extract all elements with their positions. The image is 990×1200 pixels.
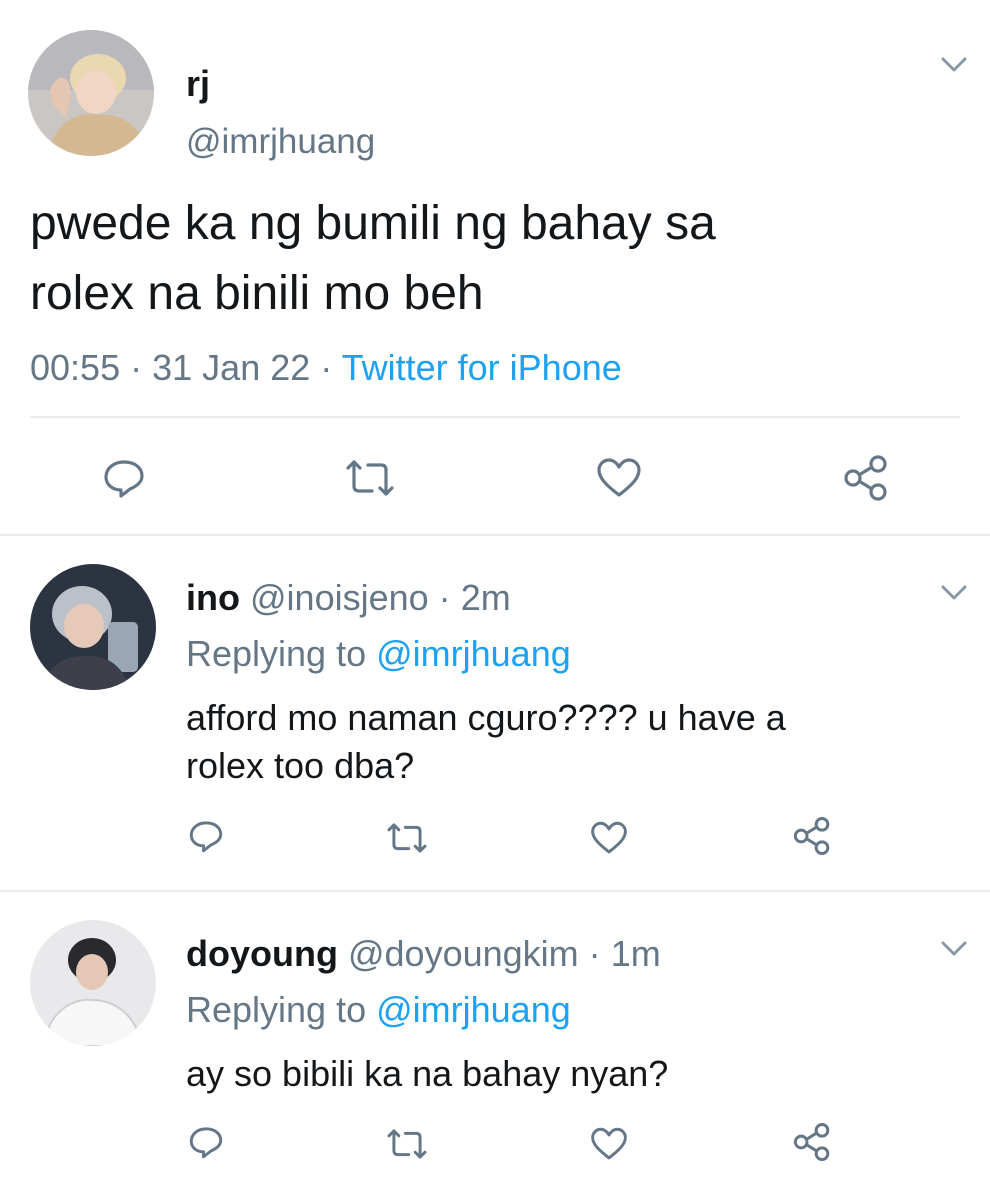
meta-separator: · — [130, 347, 143, 388]
reply-header: ino @inoisjeno · 2m — [186, 576, 511, 620]
avatar-rj[interactable] — [28, 30, 154, 156]
reply-text-line-1: afford mo naman cguro???? u have a — [186, 697, 786, 738]
avatar-ino[interactable] — [30, 564, 156, 690]
retweet-icon[interactable] — [384, 1126, 430, 1162]
tweet-source-link[interactable]: Twitter for iPhone — [342, 347, 622, 388]
reply-handle[interactable]: @inoisjeno — [250, 577, 429, 618]
like-icon[interactable] — [590, 820, 628, 856]
replying-to: Replying to @imrjhuang — [186, 632, 571, 676]
reply-handle[interactable]: @doyoungkim — [348, 933, 579, 974]
tweet-text-line-2: rolex na binili mo beh — [30, 267, 484, 320]
reply-age: 1m — [610, 933, 661, 974]
reply-text-line-2: rolex too dba? — [186, 745, 415, 786]
reply-header: doyoung @doyoungkim · 1m — [186, 932, 661, 976]
tweet-time: 00:55 — [30, 347, 121, 388]
reply-icon[interactable] — [188, 1124, 224, 1160]
replying-to-label: Replying to — [186, 989, 367, 1030]
share-icon[interactable] — [792, 1122, 832, 1162]
tweet-date: 31 Jan 22 — [152, 347, 311, 388]
reply-text-line-1: ay so bibili ka na bahay nyan? — [186, 1053, 669, 1094]
reply-separator: · — [588, 933, 601, 974]
replying-to-label: Replying to — [186, 633, 367, 674]
share-icon[interactable] — [842, 454, 890, 502]
retweet-icon[interactable] — [342, 456, 398, 500]
like-icon[interactable] — [590, 1126, 628, 1162]
replying-to: Replying to @imrjhuang — [186, 988, 571, 1032]
handle[interactable]: @imrjhuang — [186, 120, 375, 164]
meta-separator: · — [320, 347, 333, 388]
reply-display-name[interactable]: doyoung — [186, 933, 338, 974]
meta-divider — [30, 416, 960, 418]
reply-separator: · — [438, 577, 451, 618]
chevron-down-icon[interactable] — [938, 936, 970, 960]
reply-icon[interactable] — [102, 456, 146, 500]
reply-icon[interactable] — [188, 818, 224, 854]
chevron-down-icon[interactable] — [938, 580, 970, 604]
tweet-text-line-1: pwede ka ng bumili ng bahay sa — [30, 197, 716, 250]
share-icon[interactable] — [792, 816, 832, 856]
display-name[interactable]: rj — [186, 64, 210, 104]
replying-to-handle[interactable]: @imrjhuang — [376, 633, 571, 674]
tweet-meta: 00:55 · 31 Jan 22 · Twitter for iPhone — [30, 346, 622, 390]
like-icon[interactable] — [596, 456, 642, 500]
reply-display-name[interactable]: ino — [186, 577, 240, 618]
avatar-doyoung[interactable] — [30, 920, 156, 1046]
tweet-divider — [0, 534, 990, 536]
reply-divider — [0, 890, 990, 892]
retweet-icon[interactable] — [384, 820, 430, 856]
chevron-down-icon[interactable] — [938, 52, 970, 76]
reply-age: 2m — [460, 577, 511, 618]
replying-to-handle[interactable]: @imrjhuang — [376, 989, 571, 1030]
